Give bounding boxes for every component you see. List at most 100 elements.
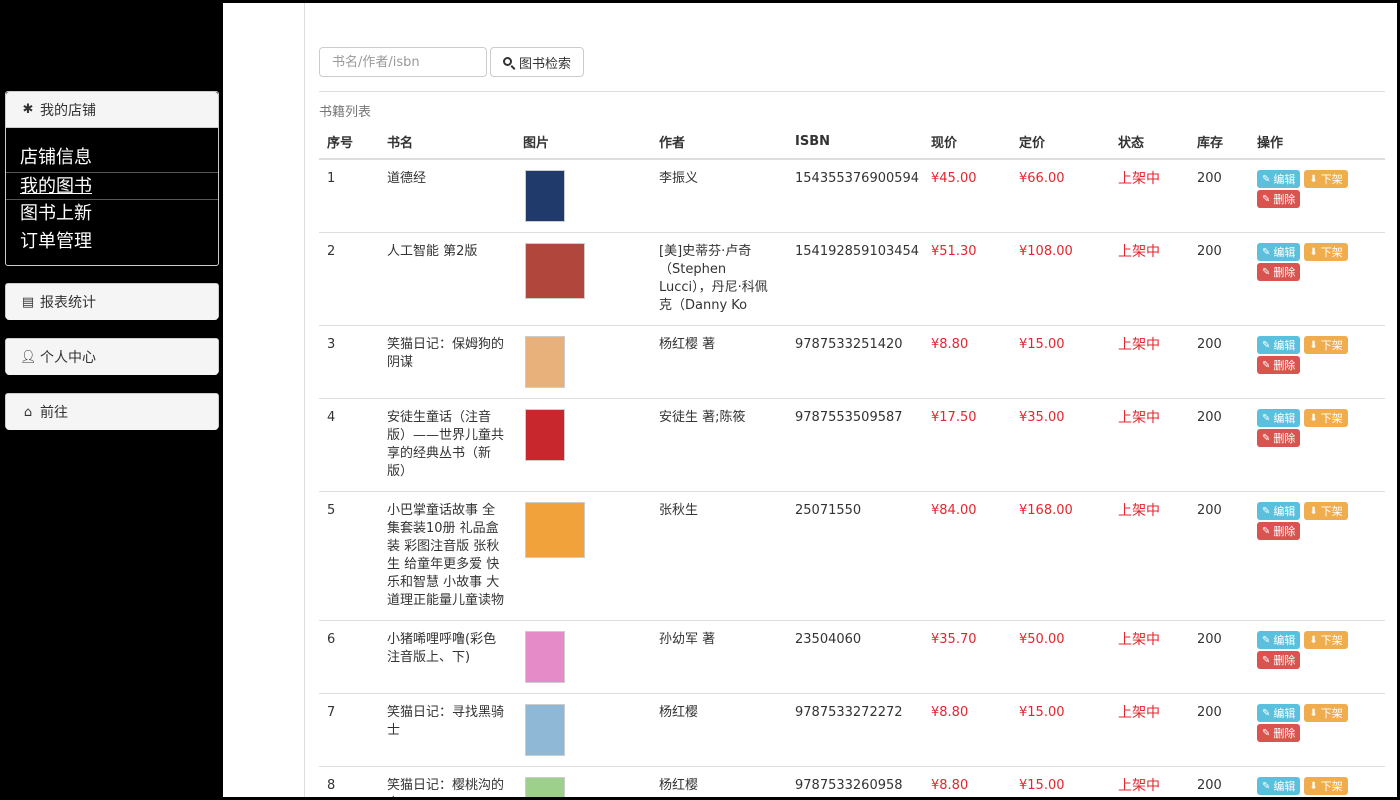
book-cover-image[interactable]: [525, 631, 565, 683]
delete-label: 删除: [1273, 193, 1296, 206]
search-input[interactable]: [319, 47, 487, 77]
cell-name: 人工智能 第2版: [379, 232, 515, 326]
sidebar-item-shop-info[interactable]: 店铺信息: [6, 144, 218, 172]
unlist-button[interactable]: ⬇ 下架: [1304, 777, 1348, 795]
personal-panel[interactable]: 👤︎ 个人中心: [5, 338, 219, 375]
cell-image: [515, 232, 651, 326]
delete-label: 删除: [1273, 525, 1296, 538]
col-header-stock: 库存: [1189, 125, 1249, 160]
delete-button[interactable]: ✎ 删除: [1257, 724, 1301, 742]
edit-button[interactable]: ✎ 编辑: [1257, 631, 1301, 649]
cell-index: 5: [319, 491, 379, 621]
delete-button[interactable]: ✎ 删除: [1257, 356, 1301, 374]
goto-panel[interactable]: ⌂ 前往: [5, 393, 219, 430]
cell-image: [515, 620, 651, 694]
cell-status: 上架中: [1110, 766, 1189, 797]
arrow-down-icon: ⬇: [1309, 412, 1318, 424]
edit-label: 编辑: [1273, 339, 1296, 352]
pencil-icon: ✎: [1262, 525, 1271, 537]
edit-button[interactable]: ✎ 编辑: [1257, 170, 1301, 188]
book-cover-image[interactable]: [525, 243, 585, 299]
table-row: 8 笑猫日记：樱桃沟的春天 杨红樱 9787533260958 ¥8.80 ¥1…: [319, 766, 1385, 797]
cell-stock: 200: [1189, 325, 1249, 399]
col-header-name: 书名: [379, 125, 515, 160]
cell-index: 2: [319, 232, 379, 326]
unlist-button[interactable]: ⬇ 下架: [1304, 631, 1348, 649]
delete-button[interactable]: ✎ 删除: [1257, 190, 1301, 208]
cell-index: 1: [319, 158, 379, 233]
edit-label: 编辑: [1273, 246, 1296, 259]
cell-image: [515, 693, 651, 767]
sidebar-item-new-books[interactable]: 图书上新: [6, 200, 218, 228]
report-panel-title: 报表统计: [40, 295, 96, 311]
pencil-icon: ✎: [1262, 432, 1271, 444]
cell-status: 上架中: [1110, 398, 1189, 492]
cell-index: 3: [319, 325, 379, 399]
cell-isbn: 9787553509587: [787, 398, 923, 492]
edit-button[interactable]: ✎ 编辑: [1257, 409, 1301, 427]
pencil-icon: ✎: [1262, 505, 1271, 517]
cell-list-price: ¥66.00: [1011, 158, 1110, 233]
edit-button[interactable]: ✎ 编辑: [1257, 502, 1301, 520]
cell-index: 7: [319, 693, 379, 767]
unlist-button[interactable]: ⬇ 下架: [1304, 336, 1348, 354]
unlist-label: 下架: [1320, 505, 1343, 518]
cell-status: 上架中: [1110, 693, 1189, 767]
user-icon: 👤︎: [20, 349, 37, 365]
book-cover-image[interactable]: [525, 336, 565, 388]
unlist-button[interactable]: ⬇ 下架: [1304, 243, 1348, 261]
shop-menu: 店铺信息 我的图书 图书上新 订单管理: [6, 128, 218, 256]
shop-panel-header[interactable]: ✱ 我的店铺: [6, 92, 218, 128]
delete-button[interactable]: ✎ 删除: [1257, 429, 1301, 447]
sidebar: ✱ 我的店铺 店铺信息 我的图书 图书上新 订单管理 ▤ 报表统计 👤︎ 个人中…: [3, 3, 223, 797]
cell-status: 上架中: [1110, 491, 1189, 621]
cell-stock: 200: [1189, 398, 1249, 492]
book-cover-image[interactable]: [525, 170, 565, 222]
cell-status: 上架中: [1110, 232, 1189, 326]
pencil-icon: ✎: [1262, 246, 1271, 258]
unlist-button[interactable]: ⬇ 下架: [1304, 409, 1348, 427]
book-cover-image[interactable]: [525, 777, 565, 797]
cell-author: 孙幼军 著: [651, 620, 787, 694]
cell-price: ¥8.80: [923, 325, 1011, 399]
cell-price: ¥35.70: [923, 620, 1011, 694]
delete-button[interactable]: ✎ 删除: [1257, 651, 1301, 669]
unlist-button[interactable]: ⬇ 下架: [1304, 170, 1348, 188]
cell-stock: 200: [1189, 620, 1249, 694]
cell-list-price: ¥168.00: [1011, 491, 1110, 621]
search-button[interactable]: 图书检索: [490, 47, 584, 77]
book-cover-image[interactable]: [525, 704, 565, 756]
sidebar-item-my-books[interactable]: 我的图书: [6, 172, 218, 200]
table-row: 1 道德经 李振义 154355376900594 ¥45.00 ¥66.00 …: [319, 158, 1385, 233]
edit-button[interactable]: ✎ 编辑: [1257, 777, 1301, 795]
pencil-icon: ✎: [1262, 634, 1271, 646]
col-header-status: 状态: [1110, 125, 1189, 160]
edit-button[interactable]: ✎ 编辑: [1257, 336, 1301, 354]
cell-status: 上架中: [1110, 620, 1189, 694]
edit-label: 编辑: [1273, 412, 1296, 425]
arrow-down-icon: ⬇: [1309, 707, 1318, 719]
col-header-price: 现价: [923, 125, 1011, 160]
arrow-down-icon: ⬇: [1309, 634, 1318, 646]
cell-author: 杨红樱: [651, 693, 787, 767]
cell-author: 杨红樱: [651, 766, 787, 797]
table-header-row: 序号 书名 图片 作者 ISBN 现价 定价 状态 库存 操作: [319, 125, 1385, 160]
delete-button[interactable]: ✎ 删除: [1257, 263, 1301, 281]
book-cover-image[interactable]: [525, 502, 585, 558]
arrow-down-icon: ⬇: [1309, 173, 1318, 185]
unlist-button[interactable]: ⬇ 下架: [1304, 502, 1348, 520]
pencil-icon: ✎: [1262, 339, 1271, 351]
asterisk-icon: ✱: [22, 102, 34, 117]
book-cover-image[interactable]: [525, 409, 565, 461]
report-panel[interactable]: ▤ 报表统计: [5, 283, 219, 320]
edit-button[interactable]: ✎ 编辑: [1257, 704, 1301, 722]
edit-button[interactable]: ✎ 编辑: [1257, 243, 1301, 261]
table-row: 3 笑猫日记：保姆狗的阴谋 杨红樱 著 9787533251420 ¥8.80 …: [319, 325, 1385, 399]
cell-ops: ✎编辑 ⬇下架 ✎删除: [1249, 766, 1385, 797]
cell-image: [515, 325, 651, 399]
cell-author: [美]史蒂芬·卢奇（Stephen Lucci），丹尼·科佩克（Danny Ko: [651, 232, 787, 326]
delete-button[interactable]: ✎ 删除: [1257, 522, 1301, 540]
edit-label: 编辑: [1273, 505, 1296, 518]
sidebar-item-orders[interactable]: 订单管理: [6, 228, 218, 256]
unlist-button[interactable]: ⬇ 下架: [1304, 704, 1348, 722]
